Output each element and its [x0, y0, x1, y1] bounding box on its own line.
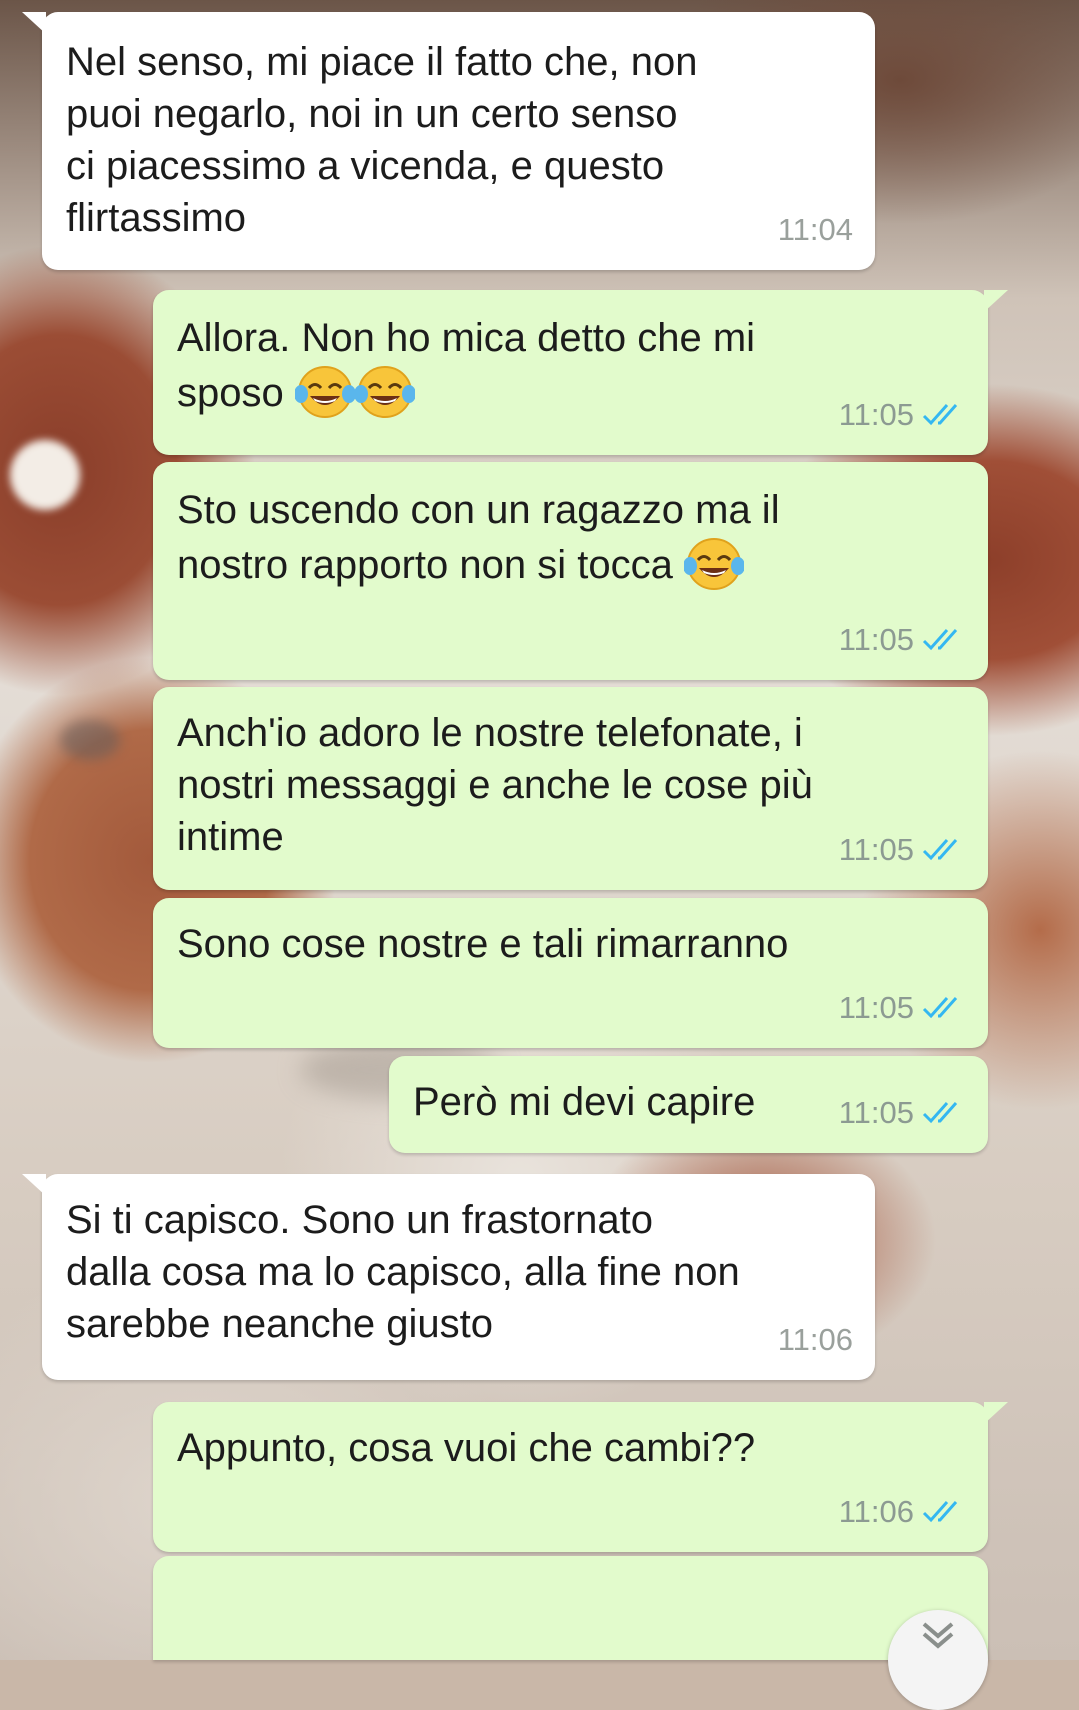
face-with-tears-of-joy-icon	[683, 538, 744, 590]
message-time: 11:06	[838, 1494, 914, 1529]
double-check-icon	[922, 404, 958, 426]
message-time: 11:06	[777, 1322, 853, 1357]
chevron-down-icon	[922, 1622, 954, 1649]
message-text: Nel senso, mi piace il fatto che, non pu…	[66, 40, 698, 240]
double-check-icon	[922, 1102, 958, 1124]
message-bubble-incoming[interactable]: Si ti capisco. Sono un frastornato dalla…	[22, 1174, 875, 1380]
message-bubble-outgoing[interactable]: Sto uscendo con un ragazzo ma il nostro …	[153, 462, 988, 680]
double-check-icon	[922, 1501, 958, 1523]
bubble-tail	[984, 1402, 1008, 1424]
message-bubble-outgoing[interactable]: Sono cose nostre e tali rimarranno 11:05	[153, 898, 988, 1048]
message-text: Si ti capisco. Sono un frastornato dalla…	[66, 1198, 740, 1346]
message-meta: 11:05	[839, 614, 966, 666]
message-bubble-outgoing[interactable]: Allora. Non ho mica detto che mi sposo 1…	[153, 290, 1008, 455]
message-bubble-outgoing-partial	[153, 1556, 988, 1660]
message-meta: 11:06	[778, 1314, 853, 1366]
message-time: 11:05	[838, 832, 914, 867]
message-time: 11:05	[838, 622, 914, 657]
double-check-icon	[922, 839, 958, 861]
message-meta: 11:05	[839, 389, 966, 441]
bubble-tail	[984, 290, 1008, 312]
message-meta: 11:05	[839, 1087, 966, 1139]
double-check-icon	[922, 629, 958, 651]
message-text: Allora. Non ho mica detto che mi sposo	[177, 316, 756, 415]
scroll-to-bottom-button[interactable]	[888, 1610, 988, 1710]
message-bubble-incoming[interactable]: Nel senso, mi piace il fatto che, non pu…	[22, 12, 875, 270]
message-meta: 11:04	[778, 204, 853, 256]
face-with-tears-of-joy-icon	[294, 366, 355, 418]
message-bubble-outgoing[interactable]: Però mi devi capire 11:05	[389, 1056, 988, 1153]
face-with-tears-of-joy-icon	[354, 366, 415, 418]
bubble-tail	[22, 12, 46, 34]
message-meta: 11:05	[839, 824, 966, 876]
message-text: Sono cose nostre e tali rimarranno	[177, 922, 789, 966]
message-meta: 11:06	[839, 1486, 966, 1538]
emoji-group	[284, 366, 415, 418]
message-text: Appunto, cosa vuoi che cambi??	[177, 1426, 756, 1470]
bubble-tail	[22, 1174, 46, 1196]
message-meta: 11:05	[839, 982, 966, 1034]
message-time: 11:05	[838, 990, 914, 1025]
message-time: 11:04	[777, 212, 853, 247]
message-time: 11:05	[838, 397, 914, 432]
message-text-wrap: Sto uscendo con un ragazzo ma il nostro …	[177, 484, 964, 592]
message-time: 11:05	[838, 1095, 914, 1130]
message-bubble-outgoing[interactable]: Appunto, cosa vuoi che cambi?? 11:06	[153, 1402, 1008, 1552]
double-check-icon	[922, 997, 958, 1019]
message-bubble-outgoing[interactable]: Anch'io adoro le nostre telefonate, i no…	[153, 687, 988, 890]
